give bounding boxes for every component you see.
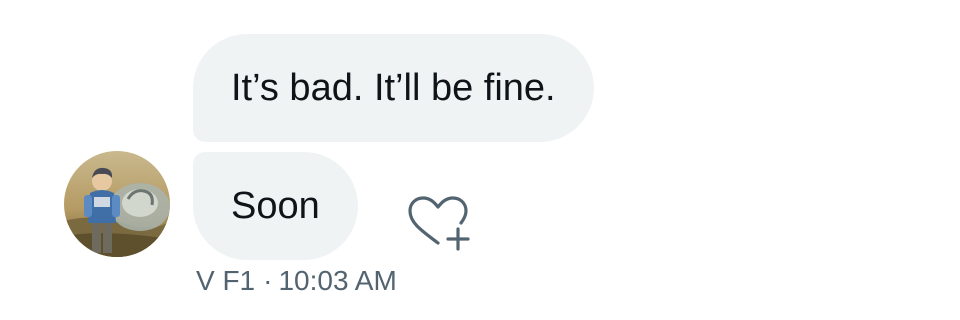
heart-plus-icon [408, 196, 470, 251]
message-text: It’s bad. It’ll be fine. [231, 67, 556, 109]
message-meta: V F1 · 10:03 AM [196, 263, 397, 299]
message-time: 10:03 AM [278, 265, 397, 296]
sender-name: V F1 [196, 265, 256, 296]
avatar-image [64, 151, 170, 257]
avatar[interactable] [64, 151, 170, 257]
meta-separator: · [263, 265, 273, 296]
message-thread: It’s bad. It’ll be fine. Soon V F1 · 10:… [0, 0, 960, 320]
message-bubble[interactable]: It’s bad. It’ll be fine. [193, 34, 594, 142]
like-button[interactable] [400, 192, 476, 254]
message-text: Soon [231, 185, 320, 227]
message-bubble[interactable]: Soon [193, 152, 358, 260]
